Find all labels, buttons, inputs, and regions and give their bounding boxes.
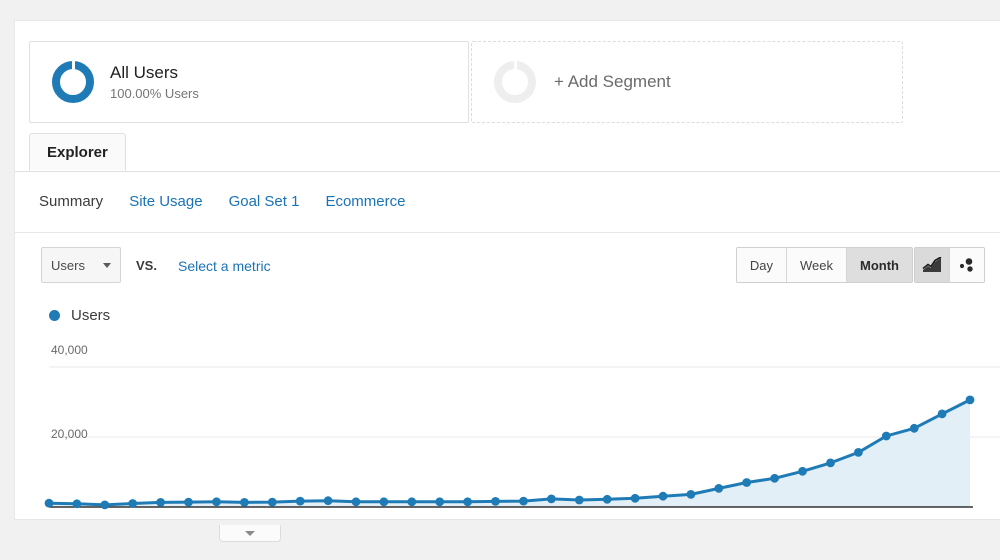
legend-dot-users (49, 310, 60, 321)
chart-data-point[interactable] (519, 496, 528, 506)
granularity-week[interactable]: Week (787, 248, 848, 282)
chart-type-control (914, 247, 985, 283)
granularity-control: Day Week Month (735, 247, 913, 283)
segment-all-users-subtitle: 100.00% Users (110, 86, 199, 101)
metric-select[interactable]: Users (41, 247, 121, 283)
chart-data-point[interactable] (574, 495, 584, 505)
chart-data-point[interactable] (686, 490, 696, 499)
chart-data-point[interactable] (240, 498, 249, 507)
chart-data-point[interactable] (72, 499, 82, 509)
chart-data-point[interactable] (602, 494, 612, 504)
segment-all-users-title: All Users (110, 62, 179, 82)
chart-data-point[interactable] (909, 423, 919, 433)
chart-data-point[interactable] (100, 500, 110, 510)
chart-data-point[interactable] (351, 497, 361, 507)
chart-data-point[interactable] (435, 497, 445, 507)
analytics-page: All Users 100.00% Users + Add Segment Ex… (0, 0, 1000, 560)
chart-data-point[interactable] (742, 478, 752, 487)
tab-site-usage[interactable]: Site Usage (129, 193, 202, 210)
add-segment-button[interactable]: + Add Segment (471, 41, 903, 123)
motion-chart-icon (959, 258, 973, 272)
chart-data-point[interactable] (547, 494, 556, 504)
chart-controls: Users VS. Select a metric Day Week Month (15, 233, 1000, 301)
chart-legend: Users (49, 307, 110, 324)
tab-summary[interactable]: Summary (39, 193, 103, 210)
chart-data-point[interactable] (407, 497, 417, 507)
chevron-down-icon (103, 262, 111, 268)
motion-chart-icon-button[interactable] (950, 248, 984, 282)
collapse-panel-handle[interactable] (219, 525, 281, 542)
chart-data-point[interactable] (44, 498, 54, 508)
chart-data-point[interactable] (658, 491, 668, 501)
y-axis-label-mid: 20,000 (51, 427, 88, 441)
chart-data-point[interactable] (854, 448, 863, 457)
chart-data-point[interactable] (156, 498, 166, 507)
tab-explorer[interactable]: Explorer (29, 133, 126, 171)
report-card: All Users 100.00% Users + Add Segment Ex… (14, 20, 1000, 542)
chart-data-point[interactable] (379, 497, 389, 507)
select-a-metric-link[interactable]: Select a metric (178, 258, 271, 274)
legend-label-users: Users (71, 307, 111, 324)
chart-data-point[interactable] (630, 493, 640, 503)
add-segment-label: + Add Segment (554, 72, 671, 91)
chart-data-point[interactable] (295, 496, 305, 506)
donut-ring-icon (52, 60, 94, 103)
secondary-tab-row: Summary Site Usage Goal Set 1 Ecommerce (15, 171, 1000, 233)
granularity-month[interactable]: Month (847, 248, 912, 282)
primary-tab-row: Explorer (15, 133, 1000, 172)
tab-ecommerce[interactable]: Ecommerce (325, 193, 405, 210)
metric-select-value: Users (51, 257, 85, 273)
chart-data-point[interactable] (463, 497, 472, 507)
chart-data-point[interactable] (965, 395, 975, 405)
chart-data-point[interactable] (184, 497, 193, 507)
chart-data-point[interactable] (770, 473, 779, 483)
chart-data-point[interactable] (714, 484, 724, 493)
chart-canvas[interactable] (15, 331, 1000, 517)
segment-all-users[interactable]: All Users 100.00% Users (29, 41, 469, 123)
vs-label: VS. (136, 258, 157, 273)
granularity-day[interactable]: Day (736, 248, 788, 282)
chart-data-point[interactable] (128, 499, 138, 508)
line-chart-icon (922, 257, 942, 272)
chart-area-fill (49, 399, 970, 507)
chart-data-point[interactable] (881, 431, 891, 441)
line-chart-icon-button[interactable] (915, 248, 950, 282)
tab-goal-set-1[interactable]: Goal Set 1 (229, 193, 300, 210)
segment-bar: All Users 100.00% Users + Add Segment (15, 21, 1000, 123)
chart-data-point[interactable] (826, 458, 835, 468)
chart-data-point[interactable] (491, 497, 500, 506)
panel-divider (39, 519, 1000, 520)
users-over-time-chart: 40,000 20,000 (15, 331, 1000, 517)
chart-data-point[interactable] (323, 496, 333, 506)
chart-data-point[interactable] (937, 409, 947, 419)
y-axis-label-top: 40,000 (51, 343, 88, 357)
chevron-down-icon (245, 530, 255, 536)
chart-data-point[interactable] (267, 497, 277, 507)
chart-data-point[interactable] (212, 497, 221, 507)
donut-ring-placeholder-icon (494, 60, 536, 103)
chart-data-point[interactable] (798, 466, 807, 476)
segment-all-users-text: All Users 100.00% Users (110, 62, 199, 103)
